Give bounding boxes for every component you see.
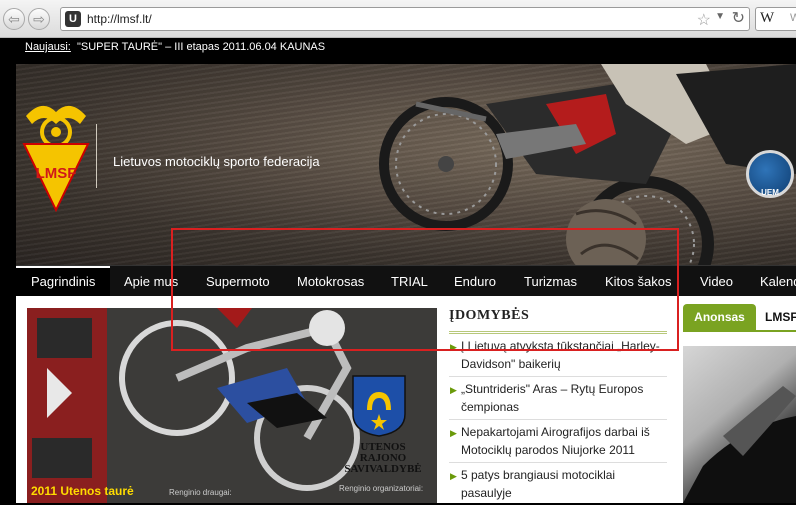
coat-of-arms-icon xyxy=(352,375,406,437)
ticker-label[interactable]: Naujausi: xyxy=(25,41,71,53)
tab-underline xyxy=(683,330,796,332)
url-dropdown-icon[interactable]: ▼ xyxy=(715,11,725,22)
tab-anonsas[interactable]: Anonsas xyxy=(683,304,756,330)
search-box[interactable]: W W xyxy=(755,7,796,31)
region-line-3: SAVIVALDYBĖ xyxy=(344,463,422,475)
organizer-label: Renginio organizatoriai: xyxy=(339,484,424,493)
news-ticker: Naujausi: "SUPER TAURĖ" – III etapas 201… xyxy=(0,38,796,64)
news-item[interactable]: ▶ „Stuntrideris" Aras – Rytų Europos čem… xyxy=(449,377,667,420)
back-button[interactable]: ⇦ xyxy=(3,8,25,30)
browser-toolbar: ⇦ ⇨ U http://lmsf.lt/ ☆ ▼ ↻ W W xyxy=(0,0,796,38)
nav-item-video[interactable]: Video xyxy=(685,266,748,297)
arrow-icon: ▶ xyxy=(450,471,457,481)
news-item[interactable]: ▶ 5 patys brangiausi motociklai pasaulyj… xyxy=(449,463,667,505)
tab-lmsf[interactable]: LMSF xyxy=(765,304,796,330)
lmsf-logo[interactable]: LMSF xyxy=(22,94,90,214)
ticker-headline[interactable]: "SUPER TAURĖ" – III etapas 2011.06.04 KA… xyxy=(77,41,325,53)
sponsor-label: Renginio draugai: xyxy=(169,488,232,497)
announce-image[interactable] xyxy=(683,346,796,503)
search-input[interactable]: W xyxy=(790,12,796,24)
feature-caption[interactable]: 2011 Utenos taurė xyxy=(31,484,134,498)
news-item[interactable]: ▶ Nepakartojami Airografijos darbai iš M… xyxy=(449,420,667,463)
bookmark-star-icon[interactable]: ☆ xyxy=(697,10,711,30)
news-link[interactable]: „Stuntrideris" Aras – Rytų Europos čempi… xyxy=(461,382,643,414)
wikipedia-icon[interactable]: W xyxy=(760,10,774,27)
logo-text: LMSF xyxy=(36,165,77,182)
news-link[interactable]: 5 patys brangiausi motociklai pasaulyje xyxy=(461,468,615,500)
arrow-icon: ▶ xyxy=(450,385,457,395)
nav-item-pagrindinis[interactable]: Pagrindinis xyxy=(16,266,111,297)
reload-icon[interactable]: ↻ xyxy=(732,8,745,28)
site-favicon-icon: U xyxy=(65,11,81,27)
nav-label: Pagrindinis xyxy=(31,274,96,289)
region-name: UTENOS RAJONO SAVIVALDYBĖ xyxy=(333,442,433,475)
forward-button[interactable]: ⇨ xyxy=(28,8,50,30)
arrow-icon: ▶ xyxy=(450,428,457,438)
uem-badge[interactable]: UEM xyxy=(746,150,794,198)
active-indicator xyxy=(16,266,111,268)
announce-tabs: Anonsas LMSF xyxy=(683,304,796,330)
brand-name[interactable]: Lietuvos motociklų sporto federacija xyxy=(113,154,320,169)
news-link[interactable]: Nepakartojami Airografijos darbai iš Mot… xyxy=(461,425,650,457)
announce-art xyxy=(683,386,796,503)
url-text[interactable]: http://lmsf.lt/ xyxy=(87,12,152,26)
nav-item-kalendorius[interactable]: Kalend xyxy=(745,266,796,297)
address-bar[interactable]: U http://lmsf.lt/ ☆ ▼ ↻ xyxy=(60,7,750,31)
brand-divider xyxy=(96,124,97,188)
highlight-box xyxy=(171,228,679,351)
